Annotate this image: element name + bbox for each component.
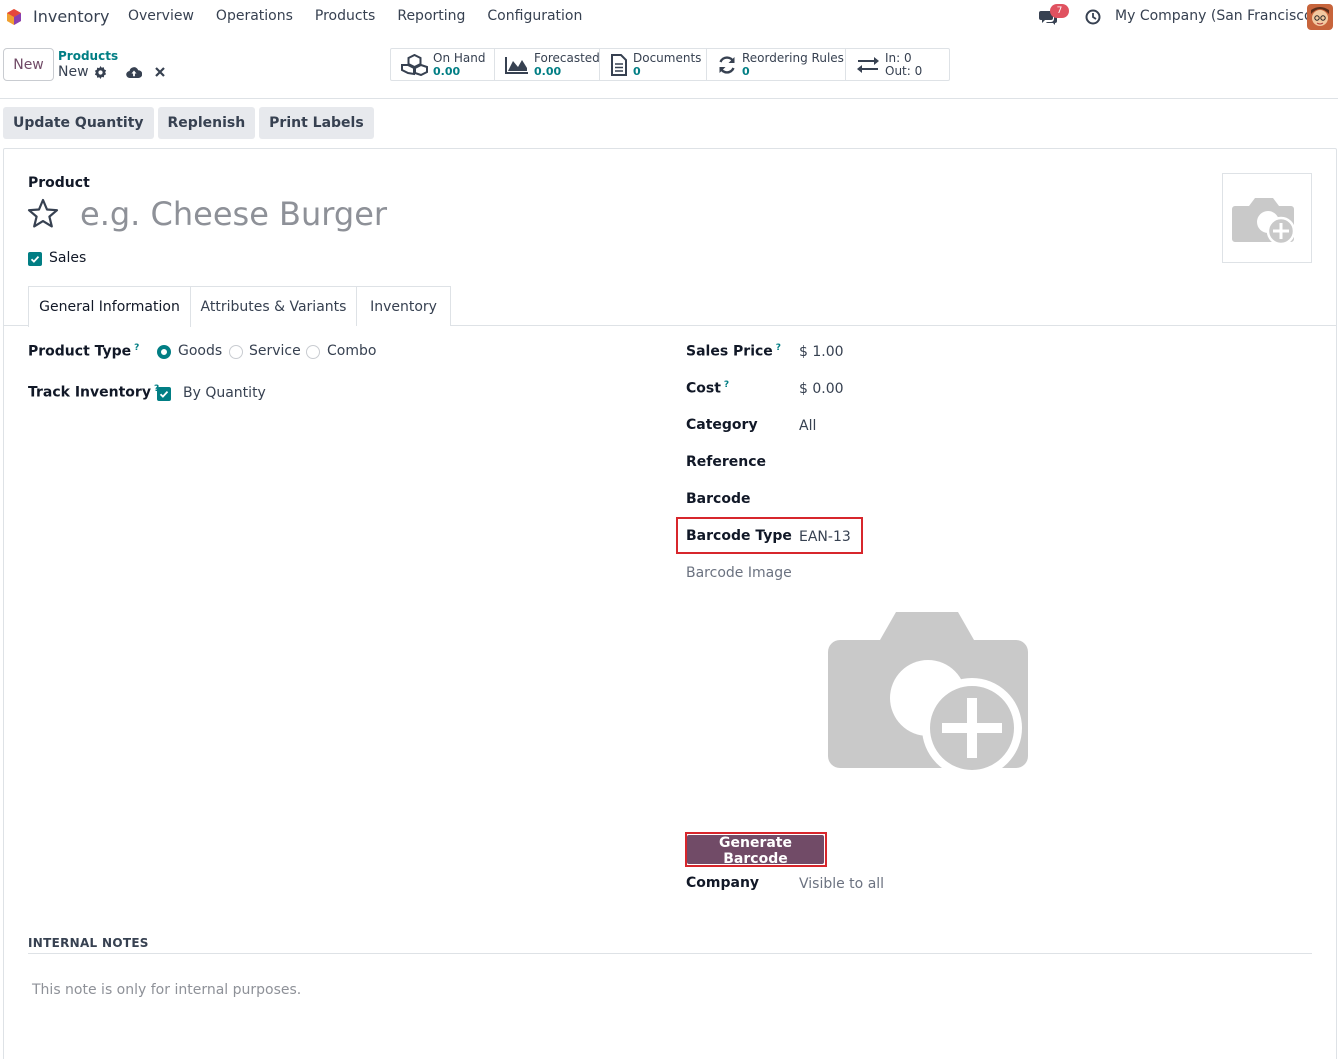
cost-field[interactable]: $ 0.00 — [799, 381, 844, 397]
sales-checkbox[interactable] — [28, 252, 42, 266]
product-label: Product — [28, 175, 90, 191]
smart-buttons: On Hand 0.00 Forecasted 0.00 Documents 0 — [390, 48, 950, 81]
form-tabs: General Information Attributes & Variant… — [4, 286, 1336, 327]
internal-notes-divider — [28, 953, 1312, 954]
product-image-upload[interactable] — [1222, 173, 1312, 263]
cubes-icon — [401, 53, 428, 76]
radio-combo-label[interactable]: Combo — [327, 343, 376, 359]
reordering-rules-button[interactable]: Reordering Rules 0 — [707, 49, 846, 80]
out-count: Out: 0 — [885, 63, 923, 78]
top-navbar: Inventory Overview Operations Products R… — [0, 0, 1338, 34]
on-hand-value: 0.00 — [433, 64, 461, 78]
in-out-button[interactable]: In: 0 Out: 0 — [846, 49, 949, 80]
tab-general-information[interactable]: General Information — [28, 286, 191, 327]
forecasted-value: 0.00 — [534, 64, 562, 78]
company-label: Company — [686, 875, 760, 891]
help-tooltip-icon[interactable]: ? — [724, 380, 729, 390]
barcode-image-upload[interactable] — [826, 610, 1030, 786]
barcode-image-label: Barcode Image — [686, 565, 792, 581]
refresh-icon — [719, 55, 735, 74]
forecasted-label: Forecasted — [534, 50, 600, 65]
sales-price-field[interactable]: $ 1.00 — [799, 344, 844, 360]
exchange-icon — [857, 56, 879, 73]
barcode-label: Barcode — [686, 491, 751, 507]
menu-reporting[interactable]: Reporting — [386, 8, 476, 24]
product-type-label: Product Type? — [28, 343, 140, 360]
reference-field[interactable] — [799, 455, 1199, 473]
product-name-input[interactable]: e.g. Cheese Burger — [80, 195, 387, 233]
menu-configuration[interactable]: Configuration — [476, 8, 593, 24]
help-tooltip-icon[interactable]: ? — [134, 343, 139, 353]
documents-value: 0 — [633, 64, 641, 78]
area-chart-icon — [505, 56, 528, 74]
menu-operations[interactable]: Operations — [205, 8, 304, 24]
sales-price-label: Sales Price? — [686, 343, 782, 360]
favorite-star-icon[interactable] — [27, 198, 59, 228]
category-field[interactable]: All — [799, 418, 816, 434]
form-sheet — [3, 148, 1337, 1059]
barcode-type-label: Barcode Type — [686, 528, 792, 544]
internal-notes-editor[interactable]: This note is only for internal purposes. — [32, 982, 301, 998]
cost-label: Cost? — [686, 380, 730, 397]
tab-attributes-variants[interactable]: Attributes & Variants — [190, 286, 357, 326]
main-menu: Overview Operations Products Reporting C… — [117, 8, 593, 24]
track-inventory-mode[interactable]: By Quantity — [183, 385, 266, 401]
app-name[interactable]: Inventory — [33, 7, 109, 26]
category-label: Category — [686, 417, 758, 433]
barcode-type-field[interactable]: EAN-13 — [799, 529, 851, 545]
new-button[interactable]: New — [3, 48, 54, 81]
reference-label: Reference — [686, 454, 767, 470]
on-hand-label: On Hand — [433, 50, 486, 65]
tab-inventory[interactable]: Inventory — [356, 286, 451, 326]
documents-button[interactable]: Documents 0 — [600, 49, 707, 80]
user-avatar[interactable] — [1307, 4, 1333, 30]
company-switcher[interactable]: My Company (San Francisco) — [1115, 8, 1318, 24]
reordering-rules-label: Reordering Rules — [742, 50, 844, 65]
camera-plus-icon — [1232, 198, 1296, 246]
internal-notes-title: INTERNAL NOTES — [28, 936, 149, 950]
breadcrumb-current: New — [58, 64, 89, 80]
radio-goods-label[interactable]: Goods — [178, 343, 222, 359]
gear-icon[interactable] — [94, 66, 107, 79]
replenish-button[interactable]: Replenish — [157, 107, 256, 139]
in-count: In: 0 — [885, 50, 912, 65]
generate-barcode-button[interactable]: Generate Barcode — [687, 835, 824, 867]
action-buttons: Update Quantity Replenish Print Labels — [3, 107, 378, 139]
print-labels-button[interactable]: Print Labels — [259, 107, 374, 139]
update-quantity-button[interactable]: Update Quantity — [3, 107, 154, 139]
on-hand-button[interactable]: On Hand 0.00 — [391, 49, 495, 80]
company-field[interactable]: Visible to all — [799, 876, 884, 892]
menu-products[interactable]: Products — [304, 8, 386, 24]
radio-combo[interactable] — [306, 345, 320, 359]
menu-overview[interactable]: Overview — [117, 8, 205, 24]
reordering-rules-value: 0 — [742, 64, 750, 78]
sales-label: Sales — [49, 250, 87, 266]
clock-icon[interactable] — [1085, 9, 1101, 25]
radio-goods[interactable] — [157, 345, 171, 359]
cloud-upload-icon[interactable] — [126, 66, 142, 79]
help-tooltip-icon[interactable]: ? — [776, 343, 781, 353]
control-panel: New Products New On Hand 0.00 Forecasted… — [0, 34, 1338, 99]
chat-count-badge: 7 — [1050, 4, 1069, 18]
radio-service-label[interactable]: Service — [249, 343, 301, 359]
forecasted-button[interactable]: Forecasted 0.00 — [495, 49, 600, 80]
discard-icon[interactable] — [155, 67, 165, 77]
track-inventory-label: Track Inventory? — [28, 384, 160, 401]
camera-plus-icon — [828, 612, 1028, 778]
documents-label: Documents — [633, 50, 702, 65]
breadcrumb-products[interactable]: Products — [58, 49, 118, 63]
track-inventory-checkbox[interactable] — [157, 387, 171, 401]
radio-service[interactable] — [229, 345, 243, 359]
barcode-field[interactable] — [799, 492, 1199, 510]
inventory-app-icon[interactable] — [5, 8, 23, 26]
document-icon — [611, 53, 627, 76]
